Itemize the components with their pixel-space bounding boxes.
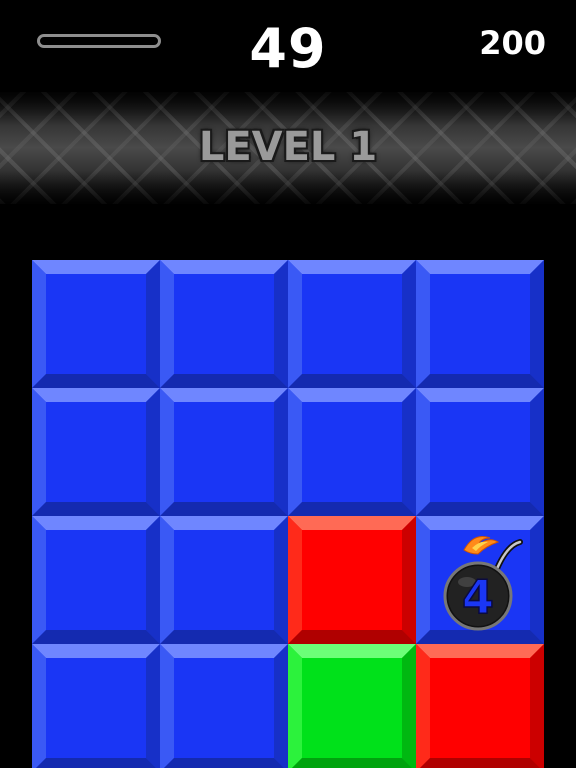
top-hud: 49 200 [0,0,576,92]
tile-blue[interactable] [160,260,288,388]
bomb-count: 4 [462,570,494,624]
tile-blue[interactable] [288,260,416,388]
tile-blue[interactable] [32,516,160,644]
level-title: LEVEL 1 [198,124,378,170]
tile-blue[interactable] [160,388,288,516]
tile-red[interactable] [416,644,544,768]
tile-blue[interactable] [416,388,544,516]
tile-blue[interactable] [160,644,288,768]
tile-blue[interactable] [32,260,160,388]
tile-blue[interactable] [288,388,416,516]
level-banner: LEVEL 1 [0,92,576,204]
tile-blue[interactable] [32,644,160,768]
tile-red[interactable] [288,516,416,644]
tile-blue[interactable] [416,260,544,388]
game-board: 4 [32,260,544,768]
progress-bar [37,34,161,48]
tile-blue[interactable] [32,388,160,516]
timer: 49 [249,17,327,80]
score: 200 [479,24,546,62]
tile-blue[interactable] [160,516,288,644]
bomb-icon: 4 [443,536,523,631]
tile-blue[interactable]: 4 [416,516,544,644]
tile-green[interactable] [288,644,416,768]
